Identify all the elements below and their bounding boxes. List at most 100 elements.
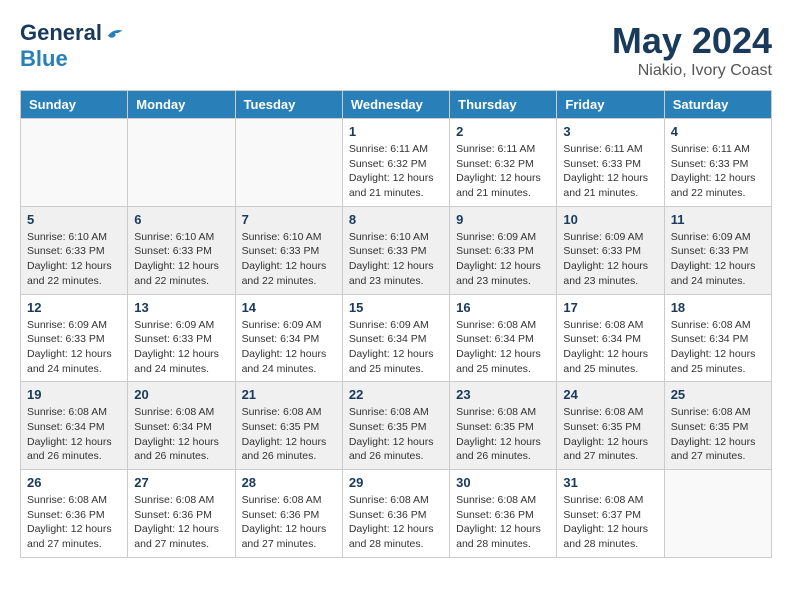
day-info: Sunrise: 6:08 AM Sunset: 6:34 PM Dayligh… — [134, 405, 228, 464]
calendar-cell: 3 Sunrise: 6:11 AM Sunset: 6:33 PM Daylig… — [557, 119, 664, 207]
calendar-cell: 12Sunrise: 6:09 AM Sunset: 6:33 PM Dayli… — [21, 294, 128, 382]
calendar-week-row: 19Sunrise: 6:08 AM Sunset: 6:34 PM Dayli… — [21, 382, 772, 470]
month-title: May 2024 — [612, 20, 772, 62]
day-number: 26 — [27, 475, 121, 490]
day-number: 9 — [456, 212, 550, 227]
calendar-week-row: 5 Sunrise: 6:10 AM Sunset: 6:33 PM Daylig… — [21, 206, 772, 294]
calendar-header-sunday: Sunday — [21, 91, 128, 119]
calendar-cell: 31 Sunrise: 6:08 AM Sunset: 6:37 PM Dayli… — [557, 470, 664, 558]
day-number: 5 — [27, 212, 121, 227]
calendar-cell: 17 Sunrise: 6:08 AM Sunset: 6:34 PM Dayli… — [557, 294, 664, 382]
day-number: 20 — [134, 387, 228, 402]
day-info: Sunrise: 6:08 AM Sunset: 6:35 PM Dayligh… — [671, 405, 765, 464]
day-info: Sunrise: 6:08 AM Sunset: 6:35 PM Dayligh… — [349, 405, 443, 464]
logo-blue-text: Blue — [20, 46, 68, 72]
day-number: 8 — [349, 212, 443, 227]
day-number: 31 — [563, 475, 657, 490]
calendar-cell: 2 Sunrise: 6:11 AM Sunset: 6:32 PM Daylig… — [450, 119, 557, 207]
calendar-header-tuesday: Tuesday — [235, 91, 342, 119]
calendar-cell: 21Sunrise: 6:08 AM Sunset: 6:35 PM Dayli… — [235, 382, 342, 470]
day-info: Sunrise: 6:09 AM Sunset: 6:33 PM Dayligh… — [563, 230, 657, 289]
calendar-header-wednesday: Wednesday — [342, 91, 449, 119]
day-number: 23 — [456, 387, 550, 402]
calendar-cell — [235, 119, 342, 207]
calendar-cell: 22 Sunrise: 6:08 AM Sunset: 6:35 PM Dayli… — [342, 382, 449, 470]
calendar-cell: 27 Sunrise: 6:08 AM Sunset: 6:36 PM Dayli… — [128, 470, 235, 558]
day-info: Sunrise: 6:08 AM Sunset: 6:37 PM Dayligh… — [563, 493, 657, 552]
day-number: 17 — [563, 300, 657, 315]
day-info: Sunrise: 6:10 AM Sunset: 6:33 PM Dayligh… — [242, 230, 336, 289]
day-number: 3 — [563, 124, 657, 139]
day-info: Sunrise: 6:08 AM Sunset: 6:36 PM Dayligh… — [349, 493, 443, 552]
calendar-cell: 8 Sunrise: 6:10 AM Sunset: 6:33 PM Daylig… — [342, 206, 449, 294]
calendar-cell: 15Sunrise: 6:09 AM Sunset: 6:34 PM Dayli… — [342, 294, 449, 382]
day-info: Sunrise: 6:08 AM Sunset: 6:34 PM Dayligh… — [671, 318, 765, 377]
calendar-cell: 30Sunrise: 6:08 AM Sunset: 6:36 PM Dayli… — [450, 470, 557, 558]
day-number: 15 — [349, 300, 443, 315]
day-info: Sunrise: 6:09 AM Sunset: 6:33 PM Dayligh… — [671, 230, 765, 289]
calendar-header-thursday: Thursday — [450, 91, 557, 119]
day-info: Sunrise: 6:09 AM Sunset: 6:33 PM Dayligh… — [27, 318, 121, 377]
day-info: Sunrise: 6:09 AM Sunset: 6:34 PM Dayligh… — [242, 318, 336, 377]
day-info: Sunrise: 6:08 AM Sunset: 6:36 PM Dayligh… — [27, 493, 121, 552]
day-info: Sunrise: 6:11 AM Sunset: 6:33 PM Dayligh… — [671, 142, 765, 201]
calendar-cell: 7 Sunrise: 6:10 AM Sunset: 6:33 PM Daylig… — [235, 206, 342, 294]
day-number: 29 — [349, 475, 443, 490]
day-info: Sunrise: 6:10 AM Sunset: 6:33 PM Dayligh… — [349, 230, 443, 289]
calendar-header-friday: Friday — [557, 91, 664, 119]
calendar-cell: 24 Sunrise: 6:08 AM Sunset: 6:35 PM Dayli… — [557, 382, 664, 470]
calendar-cell: 10 Sunrise: 6:09 AM Sunset: 6:33 PM Dayli… — [557, 206, 664, 294]
day-number: 13 — [134, 300, 228, 315]
calendar-cell: 14 Sunrise: 6:09 AM Sunset: 6:34 PM Dayli… — [235, 294, 342, 382]
day-number: 28 — [242, 475, 336, 490]
calendar-cell: 4 Sunrise: 6:11 AM Sunset: 6:33 PM Daylig… — [664, 119, 771, 207]
calendar-cell — [664, 470, 771, 558]
day-number: 22 — [349, 387, 443, 402]
day-number: 18 — [671, 300, 765, 315]
day-info: Sunrise: 6:11 AM Sunset: 6:32 PM Dayligh… — [349, 142, 443, 201]
calendar-cell: 25 Sunrise: 6:08 AM Sunset: 6:35 PM Dayli… — [664, 382, 771, 470]
logo: General Blue — [20, 20, 124, 72]
calendar-cell: 11 Sunrise: 6:09 AM Sunset: 6:33 PM Dayli… — [664, 206, 771, 294]
header: General Blue May 2024 Niakio, Ivory Coas… — [20, 20, 772, 80]
day-info: Sunrise: 6:10 AM Sunset: 6:33 PM Dayligh… — [27, 230, 121, 289]
day-number: 24 — [563, 387, 657, 402]
calendar-cell: 29 Sunrise: 6:08 AM Sunset: 6:36 PM Dayli… — [342, 470, 449, 558]
day-number: 6 — [134, 212, 228, 227]
day-number: 4 — [671, 124, 765, 139]
day-number: 10 — [563, 212, 657, 227]
calendar-cell: 19Sunrise: 6:08 AM Sunset: 6:34 PM Dayli… — [21, 382, 128, 470]
day-info: Sunrise: 6:08 AM Sunset: 6:35 PM Dayligh… — [563, 405, 657, 464]
day-info: Sunrise: 6:08 AM Sunset: 6:36 PM Dayligh… — [134, 493, 228, 552]
day-info: Sunrise: 6:11 AM Sunset: 6:32 PM Dayligh… — [456, 142, 550, 201]
calendar-week-row: 1 Sunrise: 6:11 AM Sunset: 6:32 PM Daylig… — [21, 119, 772, 207]
calendar-cell: 5 Sunrise: 6:10 AM Sunset: 6:33 PM Daylig… — [21, 206, 128, 294]
calendar-cell: 1 Sunrise: 6:11 AM Sunset: 6:32 PM Daylig… — [342, 119, 449, 207]
day-number: 7 — [242, 212, 336, 227]
calendar-header-row: SundayMondayTuesdayWednesdayThursdayFrid… — [21, 91, 772, 119]
day-number: 11 — [671, 212, 765, 227]
calendar-cell: 18 Sunrise: 6:08 AM Sunset: 6:34 PM Dayli… — [664, 294, 771, 382]
calendar-cell: 20 Sunrise: 6:08 AM Sunset: 6:34 PM Dayli… — [128, 382, 235, 470]
day-info: Sunrise: 6:08 AM Sunset: 6:34 PM Dayligh… — [27, 405, 121, 464]
day-number: 14 — [242, 300, 336, 315]
day-number: 1 — [349, 124, 443, 139]
day-number: 21 — [242, 387, 336, 402]
day-info: Sunrise: 6:09 AM Sunset: 6:33 PM Dayligh… — [456, 230, 550, 289]
day-number: 2 — [456, 124, 550, 139]
day-number: 25 — [671, 387, 765, 402]
day-info: Sunrise: 6:11 AM Sunset: 6:33 PM Dayligh… — [563, 142, 657, 201]
title-area: May 2024 Niakio, Ivory Coast — [612, 20, 772, 80]
calendar-table: SundayMondayTuesdayWednesdayThursdayFrid… — [20, 90, 772, 558]
logo-general-text: General — [20, 20, 102, 46]
calendar-cell: 13Sunrise: 6:09 AM Sunset: 6:33 PM Dayli… — [128, 294, 235, 382]
logo-bird-icon — [106, 26, 124, 40]
day-info: Sunrise: 6:08 AM Sunset: 6:34 PM Dayligh… — [563, 318, 657, 377]
day-number: 27 — [134, 475, 228, 490]
calendar-header-monday: Monday — [128, 91, 235, 119]
calendar-cell: 9 Sunrise: 6:09 AM Sunset: 6:33 PM Daylig… — [450, 206, 557, 294]
calendar-header-saturday: Saturday — [664, 91, 771, 119]
day-info: Sunrise: 6:08 AM Sunset: 6:34 PM Dayligh… — [456, 318, 550, 377]
calendar-cell: 16Sunrise: 6:08 AM Sunset: 6:34 PM Dayli… — [450, 294, 557, 382]
calendar-week-row: 12Sunrise: 6:09 AM Sunset: 6:33 PM Dayli… — [21, 294, 772, 382]
